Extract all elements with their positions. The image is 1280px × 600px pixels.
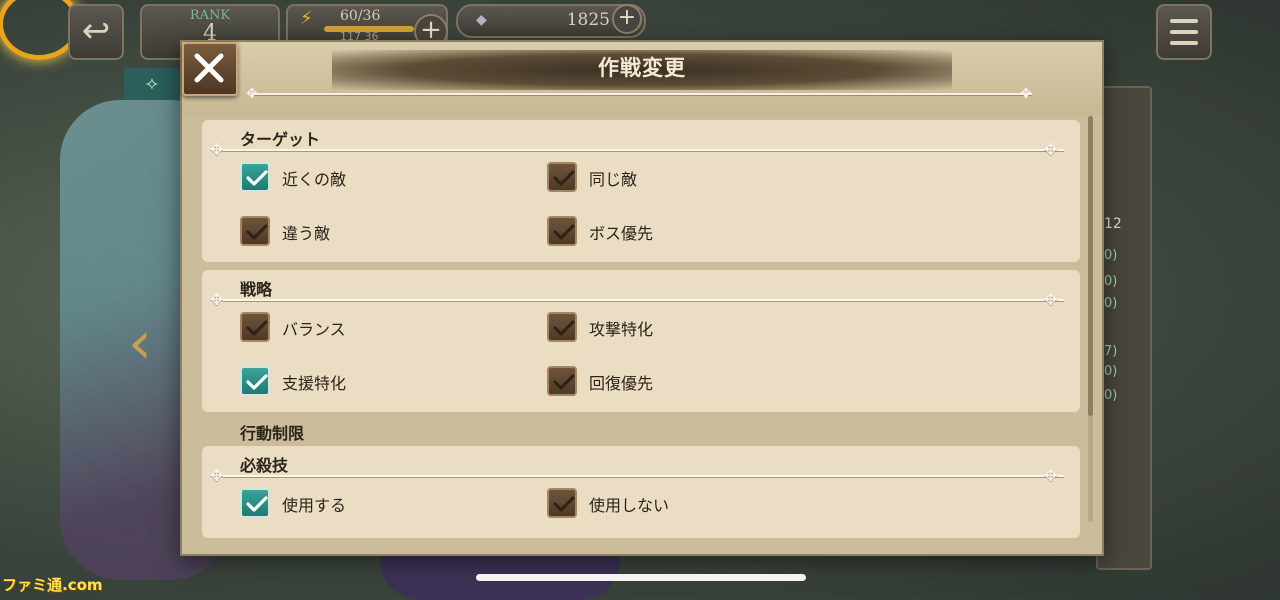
option-label: 近くの敵	[282, 170, 347, 189]
dialog-content: ターゲット ✥ ✥ 近くの敵 同じ敵 違う敵 ボス優先 戦略 ✥ ✥ バランス …	[202, 116, 1082, 544]
side-number: 12	[1104, 216, 1122, 232]
side-value: 0)	[1104, 274, 1118, 289]
option-label: 違う敵	[282, 224, 331, 243]
option-label: 回復優先	[589, 374, 654, 393]
strategy-section: 戦略 ✥ ✥ バランス 攻撃特化 支援特化 回復優先	[202, 270, 1080, 412]
menu-button[interactable]	[1156, 4, 1212, 60]
header-divider	[252, 93, 1032, 95]
target-section-label: ターゲット	[240, 130, 321, 149]
scrollbar-thumb[interactable]	[1088, 116, 1093, 416]
checkbox-icon[interactable]	[547, 488, 577, 518]
checkbox-icon[interactable]	[547, 162, 577, 192]
option-label: 支援特化	[282, 374, 347, 393]
option-label: バランス	[282, 320, 346, 339]
stamina-text: 60/36	[340, 8, 381, 24]
checkbox-icon[interactable]	[547, 312, 577, 342]
target-section: ターゲット ✥ ✥ 近くの敵 同じ敵 違う敵 ボス優先	[202, 120, 1080, 262]
back-button[interactable]: ↩	[68, 4, 124, 60]
side-value: 0)	[1104, 296, 1118, 311]
action-limit-label: 行動制限	[240, 424, 305, 443]
dialog-header: 作戦変更 ✥ ✥	[182, 42, 1102, 116]
gem-icon: ◆	[476, 12, 487, 28]
checkbox-icon[interactable]	[547, 366, 577, 396]
close-icon	[194, 53, 224, 83]
checkbox-icon[interactable]	[240, 488, 270, 518]
swap-tag[interactable]: ⟡	[124, 68, 180, 100]
special-section-label: 必殺技	[240, 456, 289, 475]
side-value: 0)	[1104, 388, 1118, 403]
back-icon: ↩	[81, 11, 111, 51]
prev-arrow-icon[interactable]: ‹	[128, 308, 152, 378]
side-value: 0)	[1104, 364, 1118, 379]
option-label: ボス優先	[589, 224, 654, 243]
action-limit-heading: 行動制限	[202, 416, 1080, 446]
checkbox-icon[interactable]	[547, 216, 577, 246]
checkbox-icon[interactable]	[240, 216, 270, 246]
side-panel: 12 0) 0) 0) 7) 0) 0)	[1096, 86, 1152, 570]
lightning-icon: ⚡	[300, 8, 313, 29]
checkbox-icon[interactable]	[240, 162, 270, 192]
checkbox-icon[interactable]	[240, 312, 270, 342]
side-value: 0)	[1104, 248, 1118, 263]
home-indicator[interactable]	[476, 574, 806, 581]
side-value: 7)	[1104, 344, 1118, 359]
dialog-title: 作戦変更	[598, 56, 686, 80]
add-gem-button[interactable]: +	[612, 4, 642, 34]
gem-count: 1825	[566, 10, 610, 30]
close-button[interactable]	[182, 42, 238, 96]
option-label: 使用しない	[589, 496, 670, 515]
option-label: 同じ敵	[589, 170, 638, 189]
strategy-section-label: 戦略	[240, 280, 273, 299]
checkbox-icon[interactable]	[240, 366, 270, 396]
strategy-dialog: 作戦変更 ✥ ✥ ターゲット ✥ ✥ 近くの敵 同じ敵 違う敵 ボス優先 戦略 …	[180, 40, 1104, 556]
special-skill-section: 必殺技 ✥ ✥ 使用する 使用しない	[202, 446, 1080, 538]
menu-icon	[1170, 19, 1198, 23]
option-label: 攻撃特化	[589, 320, 654, 339]
option-label: 使用する	[282, 496, 347, 515]
